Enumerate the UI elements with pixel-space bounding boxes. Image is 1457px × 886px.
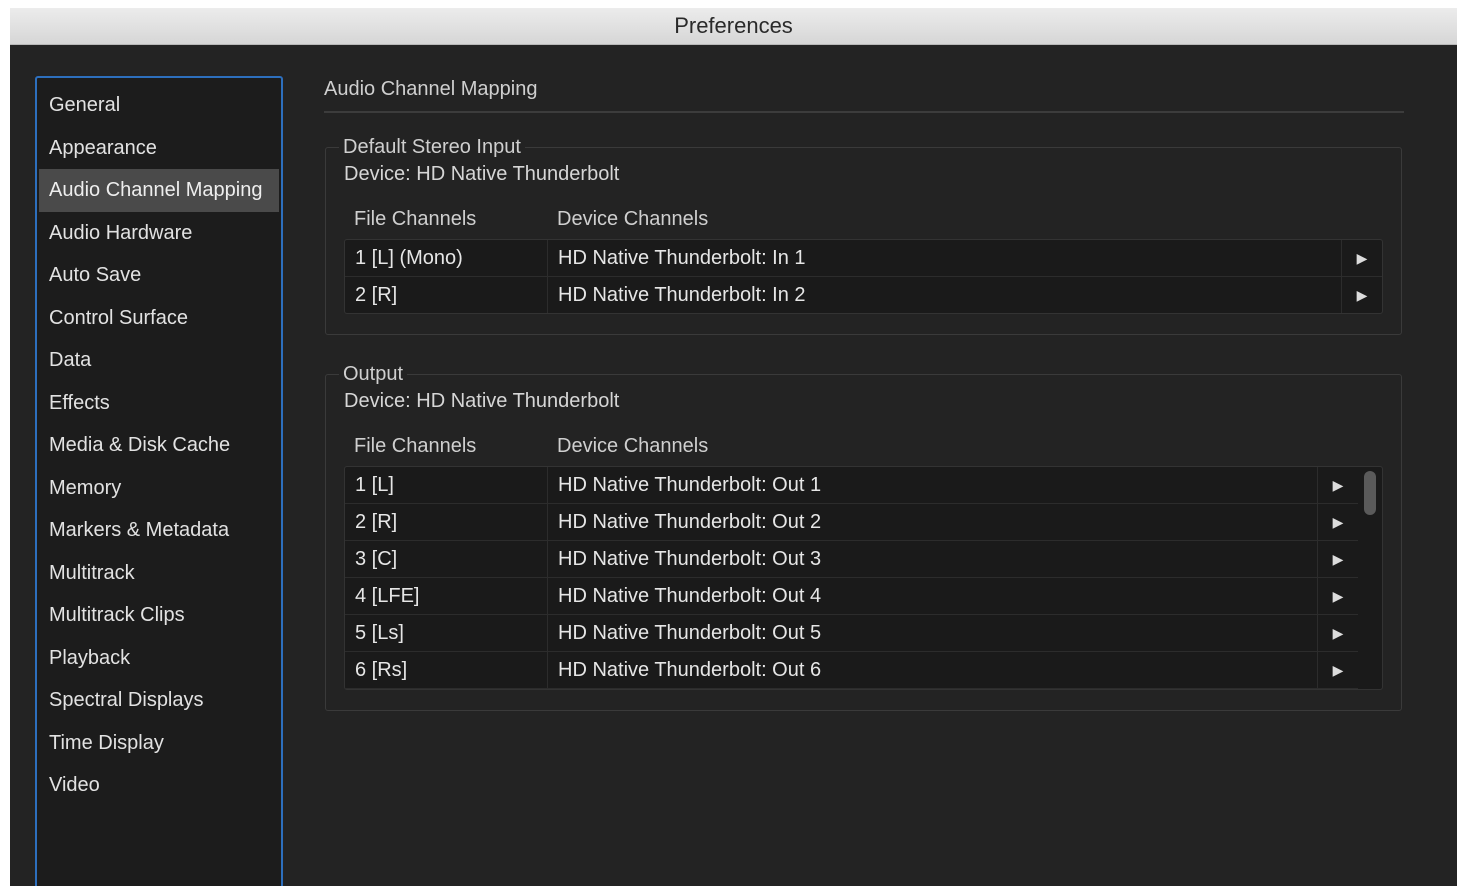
- sidebar-item-control-surface[interactable]: Control Surface: [39, 297, 279, 340]
- file-channel-cell: 3 [C]: [345, 541, 548, 577]
- channel-map-row[interactable]: 3 [C] HD Native Thunderbolt: Out 3 ▶: [345, 541, 1358, 578]
- file-channels-header: File Channels: [354, 208, 477, 230]
- channel-map-row[interactable]: 1 [L] (Mono) HD Native Thunderbolt: In 1 ▶: [345, 240, 1382, 277]
- file-channel-cell: 6 [Rs]: [345, 652, 548, 688]
- default-stereo-input-group: Default Stereo Input Device: HD Native T…: [325, 136, 1402, 335]
- triangle-right-icon[interactable]: ▶: [1317, 615, 1358, 651]
- stereo-input-device-label: Device: HD Native Thunderbolt: [344, 163, 620, 185]
- sidebar-item-auto-save[interactable]: Auto Save: [39, 254, 279, 297]
- file-channels-header: File Channels: [354, 435, 477, 457]
- sidebar-item-playback[interactable]: Playback: [39, 637, 279, 680]
- triangle-right-icon[interactable]: ▶: [1317, 578, 1358, 614]
- output-table-scrollbar[interactable]: [1358, 467, 1382, 689]
- sidebar-item-audio-channel-mapping[interactable]: Audio Channel Mapping: [39, 169, 279, 212]
- preferences-window: Preferences General Appearance Audio Chann…: [10, 8, 1457, 886]
- output-table: 1 [L] HD Native Thunderbolt: Out 1 ▶ 2 [R] H…: [344, 466, 1383, 690]
- page-title: Audio Channel Mapping: [324, 78, 1404, 113]
- sidebar-item-time-display[interactable]: Time Display: [39, 722, 279, 765]
- channel-map-row[interactable]: 5 [Ls] HD Native Thunderbolt: Out 5 ▶: [345, 615, 1358, 652]
- file-channel-cell: 2 [R]: [345, 504, 548, 540]
- sidebar-item-multitrack[interactable]: Multitrack: [39, 552, 279, 595]
- scrollbar-thumb[interactable]: [1364, 471, 1376, 515]
- sidebar-item-multitrack-clips[interactable]: Multitrack Clips: [39, 594, 279, 637]
- output-legend: Output: [343, 363, 404, 385]
- sidebar-item-markers-metadata[interactable]: Markers & Metadata: [39, 509, 279, 552]
- sidebar-item-memory[interactable]: Memory: [39, 467, 279, 510]
- preferences-sidebar: General Appearance Audio Channel Mapping Au…: [35, 76, 283, 886]
- stereo-input-table: 1 [L] (Mono) HD Native Thunderbolt: In 1 ▶…: [344, 239, 1383, 314]
- device-channel-cell[interactable]: HD Native Thunderbolt: Out 4: [548, 578, 1317, 614]
- file-channel-cell: 1 [L] (Mono): [345, 240, 548, 276]
- triangle-right-icon[interactable]: ▶: [1317, 504, 1358, 540]
- triangle-right-icon[interactable]: ▶: [1317, 541, 1358, 577]
- channel-map-row[interactable]: 2 [R] HD Native Thunderbolt: Out 2 ▶: [345, 504, 1358, 541]
- device-channel-cell[interactable]: HD Native Thunderbolt: In 2: [548, 277, 1341, 313]
- sidebar-item-data[interactable]: Data: [39, 339, 279, 382]
- sidebar-item-appearance[interactable]: Appearance: [39, 127, 279, 170]
- default-stereo-input-legend: Default Stereo Input: [343, 136, 521, 158]
- channel-map-row[interactable]: 1 [L] HD Native Thunderbolt: Out 1 ▶: [345, 467, 1358, 504]
- triangle-right-icon[interactable]: ▶: [1317, 467, 1358, 503]
- output-device-label: Device: HD Native Thunderbolt: [344, 390, 620, 412]
- channel-map-row[interactable]: 6 [Rs] HD Native Thunderbolt: Out 6 ▶: [345, 652, 1358, 689]
- device-channel-cell[interactable]: HD Native Thunderbolt: Out 3: [548, 541, 1317, 577]
- sidebar-item-spectral-displays[interactable]: Spectral Displays: [39, 679, 279, 722]
- title-bar: Preferences: [10, 8, 1457, 45]
- channel-map-row[interactable]: 2 [R] HD Native Thunderbolt: In 2 ▶: [345, 277, 1382, 313]
- sidebar-item-media-disk-cache[interactable]: Media & Disk Cache: [39, 424, 279, 467]
- device-channel-cell[interactable]: HD Native Thunderbolt: Out 6: [548, 652, 1317, 688]
- device-channel-cell[interactable]: HD Native Thunderbolt: Out 5: [548, 615, 1317, 651]
- file-channel-cell: 5 [Ls]: [345, 615, 548, 651]
- device-channel-cell[interactable]: HD Native Thunderbolt: In 1: [548, 240, 1341, 276]
- channel-map-row[interactable]: 4 [LFE] HD Native Thunderbolt: Out 4 ▶: [345, 578, 1358, 615]
- device-channel-cell[interactable]: HD Native Thunderbolt: Out 1: [548, 467, 1317, 503]
- triangle-right-icon[interactable]: ▶: [1341, 240, 1382, 276]
- window-title: Preferences: [674, 13, 793, 38]
- sidebar-item-general[interactable]: General: [39, 84, 279, 127]
- device-channels-header: Device Channels: [557, 208, 709, 230]
- file-channel-cell: 2 [R]: [345, 277, 548, 313]
- file-channel-cell: 1 [L]: [345, 467, 548, 503]
- file-channel-cell: 4 [LFE]: [345, 578, 548, 614]
- device-channel-cell[interactable]: HD Native Thunderbolt: Out 2: [548, 504, 1317, 540]
- sidebar-item-audio-hardware[interactable]: Audio Hardware: [39, 212, 279, 255]
- output-group: Output Device: HD Native Thunderbolt Fil…: [325, 363, 1402, 711]
- stereo-input-column-headers: File Channels Device Channels: [344, 208, 1383, 231]
- sidebar-item-video[interactable]: Video: [39, 764, 279, 807]
- triangle-right-icon[interactable]: ▶: [1341, 277, 1382, 313]
- output-column-headers: File Channels Device Channels: [344, 435, 1383, 458]
- sidebar-item-effects[interactable]: Effects: [39, 382, 279, 425]
- triangle-right-icon[interactable]: ▶: [1317, 652, 1358, 688]
- main-panel: Audio Channel Mapping Default Stereo Inp…: [324, 78, 1404, 711]
- device-channels-header: Device Channels: [557, 435, 709, 457]
